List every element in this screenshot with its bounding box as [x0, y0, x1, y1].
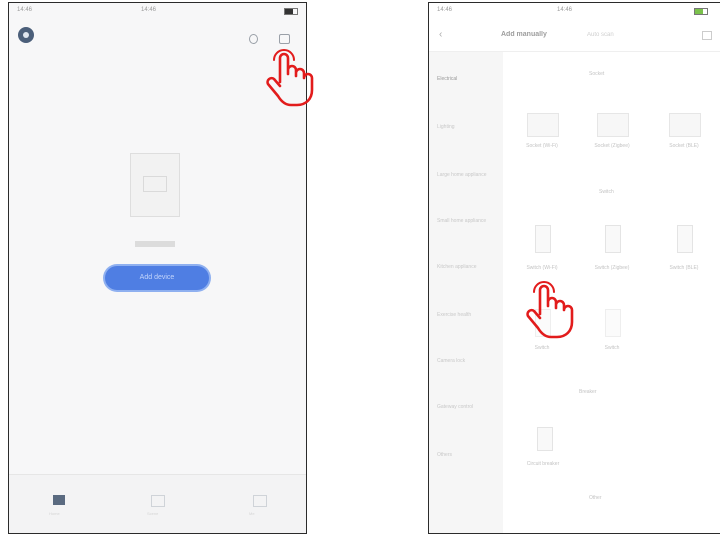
profile-icon	[253, 495, 267, 507]
device-card-label: Switch (Wi-Fi)	[526, 265, 558, 271]
navigation-bar: ‹ Add manually Auto scan	[429, 19, 720, 52]
switch-icon	[535, 225, 551, 253]
switch-icon	[605, 225, 621, 253]
sidebar-item-large-appliance[interactable]: Large home appliance	[437, 172, 493, 178]
status-clock: 14:46	[557, 7, 573, 13]
add-device-button[interactable]: Add device	[105, 266, 209, 290]
socket-icon	[669, 113, 701, 137]
status-clock: 14:46	[141, 7, 157, 13]
phone-add-device-screen: 14:46 14:46 ‹ Add manually Auto scan Ele…	[428, 2, 720, 534]
sidebar-item-kitchen[interactable]: Kitchen appliance	[437, 264, 493, 270]
tap-hand-pointer-icon	[266, 49, 314, 107]
switch-icon	[605, 309, 621, 337]
device-card-label: Socket (Zigbee)	[594, 143, 630, 149]
socket-icon	[597, 113, 629, 137]
sidebar-item-small-appliance[interactable]: Small home appliance	[437, 218, 493, 224]
status-bar: 14:46 14:46	[9, 3, 306, 19]
sidebar-item-electrical[interactable]: Electrical	[437, 76, 493, 82]
tab-add-manually[interactable]: Add manually	[501, 31, 561, 38]
bottom-tab-bar: Home Scene Me	[9, 474, 306, 533]
breaker-icon	[537, 427, 553, 451]
section-title-switch: Switch	[599, 189, 614, 195]
device-card-label: Switch	[534, 345, 550, 351]
device-card-label: Switch (Zigbee)	[594, 265, 630, 271]
sidebar-item-others[interactable]: Others	[437, 452, 493, 458]
scene-icon	[151, 495, 165, 507]
empty-state-illustration	[130, 153, 180, 217]
tab-home-label: Home	[49, 511, 60, 515]
section-title-other: Other	[589, 495, 602, 501]
section-title-socket: Socket	[589, 71, 605, 77]
settings-gear-icon[interactable]	[18, 27, 34, 43]
device-card-label: Switch (BLE)	[669, 265, 699, 271]
sidebar-item-camera-lock[interactable]: Camera lock	[437, 358, 493, 364]
device-card-label: Circuit breaker	[526, 461, 560, 467]
switch-icon	[677, 225, 693, 253]
tab-auto-scan[interactable]: Auto scan	[587, 32, 645, 38]
tab-me-label: Me	[249, 511, 255, 515]
status-time: 14:46	[437, 7, 453, 13]
sidebar-item-gateway[interactable]: Gateway control	[437, 404, 493, 410]
tab-scene-label: Scene	[147, 511, 159, 515]
scan-code-icon[interactable]	[702, 31, 712, 40]
back-chevron-icon[interactable]: ‹	[439, 29, 442, 40]
socket-icon	[527, 113, 559, 137]
device-card-label: Switch	[604, 345, 620, 351]
battery-icon	[694, 8, 708, 15]
battery-icon	[284, 8, 298, 15]
home-icon	[53, 495, 65, 505]
device-card-label: Socket (BLE)	[669, 143, 699, 149]
tap-hand-pointer-icon	[526, 281, 574, 339]
sidebar-item-health[interactable]: Exercise health	[437, 312, 493, 318]
device-card-label: Socket (Wi-Fi)	[526, 143, 558, 149]
add-device-icon[interactable]	[279, 34, 290, 44]
status-time: 14:46	[17, 7, 33, 13]
empty-state-text: No devices	[135, 241, 175, 247]
sidebar-item-lighting[interactable]: Lighting	[437, 124, 493, 130]
section-title-breaker: Breaker	[579, 389, 597, 395]
category-sidebar: Electrical Lighting Large home appliance…	[429, 52, 503, 533]
scan-icon[interactable]	[249, 34, 258, 44]
status-bar: 14:46 14:46	[429, 3, 720, 19]
